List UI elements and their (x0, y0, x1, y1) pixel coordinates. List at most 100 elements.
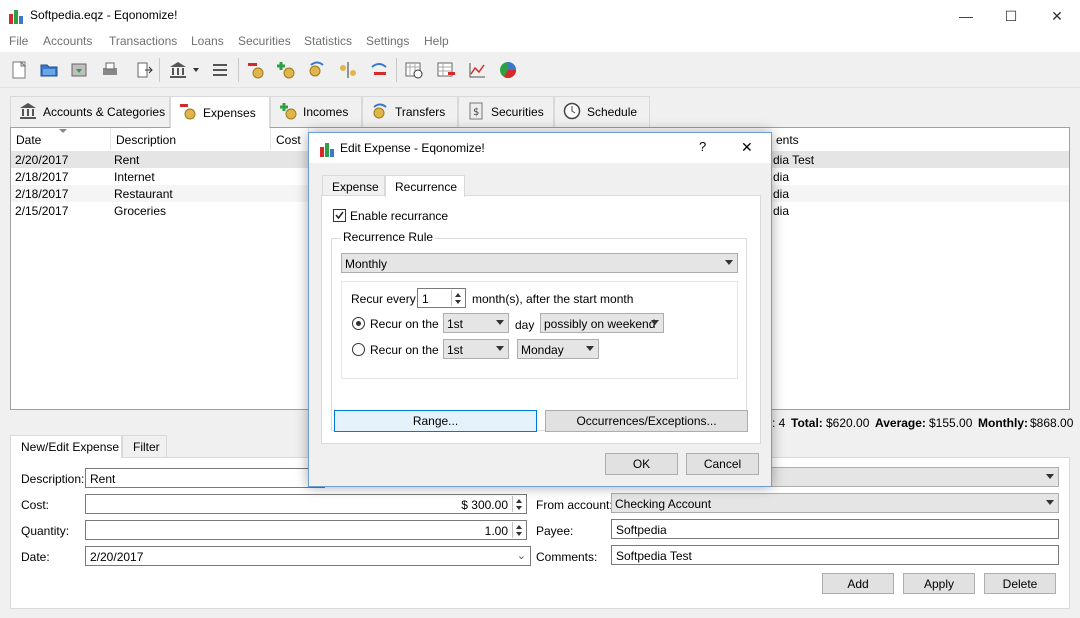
menu-help[interactable]: Help (424, 34, 449, 48)
recur-day-value: 1st (447, 317, 464, 331)
description-label: Description: (21, 472, 85, 486)
summary-monthly-label: Monthly: (978, 416, 1028, 430)
close-button[interactable]: ✕ (1034, 0, 1080, 32)
description-field[interactable]: Rent (85, 468, 325, 488)
dialog-title-bar: Edit Expense - Eqonomize! ? ✕ (309, 133, 771, 163)
cell-comments: dia (773, 187, 790, 201)
payee-field[interactable]: Softpedia (611, 519, 1059, 539)
export-icon[interactable] (131, 57, 157, 83)
cost-field[interactable]: $ 300.00 (85, 494, 527, 514)
tab-accounts-categories[interactable]: Accounts & Categories (10, 96, 170, 127)
column-header-comments[interactable]: ents (771, 128, 1069, 150)
quantity-stepper[interactable] (512, 522, 525, 538)
recur-on-label: Recur on the (370, 317, 439, 331)
table-add-icon[interactable] (433, 57, 459, 83)
menu-statistics[interactable]: Statistics (304, 34, 352, 48)
menu-loans[interactable]: Loans (191, 34, 224, 48)
quantity-field[interactable]: 1.00 (85, 520, 527, 540)
recur-week-combo[interactable]: 1st (443, 339, 509, 359)
enable-recurrence-checkbox[interactable] (333, 209, 346, 222)
occurrences-exceptions-button[interactable]: Occurrences/Exceptions... (545, 410, 748, 432)
new-file-icon[interactable] (6, 57, 32, 83)
summary-average-value: $155.00 (929, 416, 973, 430)
schedule-icon[interactable] (401, 57, 427, 83)
cell-description: Internet (114, 170, 155, 184)
pie-chart-icon[interactable] (495, 57, 521, 83)
transfer-icon (371, 102, 389, 123)
open-folder-icon[interactable] (36, 57, 62, 83)
frequency-combo[interactable]: Monthly (341, 253, 738, 273)
range-button[interactable]: Range... (334, 410, 537, 432)
bank-icon[interactable] (165, 57, 191, 83)
refund-icon[interactable] (366, 57, 392, 83)
split-transaction-icon[interactable] (335, 57, 361, 83)
column-header-description[interactable]: Description (111, 128, 271, 150)
cell-date: 2/15/2017 (15, 204, 69, 218)
tab-expenses[interactable]: Expenses (170, 96, 270, 128)
day-label: day (515, 318, 535, 332)
summary-total-value: $620.00 (826, 416, 870, 430)
menu-accounts[interactable]: Accounts (43, 34, 92, 48)
summary-monthly-value: $868.00 (1030, 416, 1074, 430)
chevron-down-icon[interactable] (189, 57, 203, 83)
list-accounts-icon[interactable] (207, 57, 233, 83)
add-button[interactable]: Add (822, 573, 894, 594)
tab-label: Securities (491, 105, 544, 119)
from-account-value: Checking Account (615, 497, 712, 511)
help-button[interactable]: ? (699, 139, 706, 154)
tab-new-edit-expense[interactable]: New/Edit Expense (10, 435, 122, 458)
date-label: Date: (21, 550, 50, 564)
expense-icon (179, 102, 197, 123)
clock-icon (563, 102, 581, 123)
chevron-down-icon[interactable]: ⌄ (517, 549, 526, 562)
quantity-value: 1.00 (484, 524, 508, 538)
weekday-combo[interactable]: Monday (517, 339, 599, 359)
dialog-close-button[interactable]: ✕ (741, 139, 753, 156)
tab-expense[interactable]: Expense (322, 175, 385, 196)
menu-transactions[interactable]: Transactions (109, 34, 177, 48)
print-icon[interactable] (97, 57, 123, 83)
recur-on-day-radio[interactable] (352, 317, 365, 330)
recur-on-weekday-radio[interactable] (352, 343, 365, 356)
comments-field[interactable]: Softpedia Test (611, 545, 1059, 565)
toolbar (0, 52, 1080, 88)
cell-description: Restaurant (114, 187, 173, 201)
column-header-cost[interactable]: Cost (271, 128, 309, 150)
quantity-label: Quantity: (21, 524, 70, 538)
summary-average-label: Average: (875, 416, 926, 430)
comments-label: Comments: (536, 550, 598, 564)
ok-button[interactable]: OK (605, 453, 678, 475)
new-transfer-icon[interactable] (304, 57, 330, 83)
dialog-title: Edit Expense - Eqonomize! (340, 141, 485, 155)
securities-icon: $ (467, 102, 485, 123)
cancel-button[interactable]: Cancel (686, 453, 759, 475)
maximize-button[interactable]: ☐ (988, 0, 1034, 32)
cost-stepper[interactable] (512, 496, 525, 512)
minimize-button[interactable]: — (943, 0, 989, 32)
apply-button[interactable]: Apply (903, 573, 975, 594)
tab-schedule[interactable]: Schedule (554, 96, 650, 127)
line-chart-icon[interactable] (464, 57, 490, 83)
menu-settings[interactable]: Settings (366, 34, 409, 48)
delete-button[interactable]: Delete (984, 573, 1056, 594)
tab-recurrence[interactable]: Recurrence (385, 175, 465, 197)
tab-securities[interactable]: $ Securities (458, 96, 554, 127)
menu-securities[interactable]: Securities (238, 34, 291, 48)
tab-transfers[interactable]: Transfers (362, 96, 458, 127)
from-account-combo[interactable]: Checking Account (611, 493, 1059, 513)
recur-every-stepper[interactable]: 1 (417, 288, 466, 308)
save-icon[interactable] (66, 57, 92, 83)
tab-incomes[interactable]: Incomes (270, 96, 362, 127)
date-field[interactable]: 2/20/2017 ⌄ (85, 546, 531, 566)
recur-day-combo[interactable]: 1st (443, 313, 509, 333)
frequency-value: Monthly (345, 257, 388, 271)
recurrence-rule-label: Recurrence Rule (341, 230, 436, 244)
tab-filter[interactable]: Filter (122, 435, 167, 457)
weekend-combo[interactable]: possibly on weekend (540, 313, 664, 333)
new-income-icon[interactable] (273, 57, 299, 83)
menu-file[interactable]: File (9, 34, 28, 48)
title-bar: Softpedia.eqz - Eqonomize! — ☐ ✕ (0, 0, 1080, 32)
enable-recurrence-label: Enable recurrance (350, 209, 449, 223)
cost-label: Cost: (21, 498, 50, 512)
new-expense-icon[interactable] (243, 57, 269, 83)
